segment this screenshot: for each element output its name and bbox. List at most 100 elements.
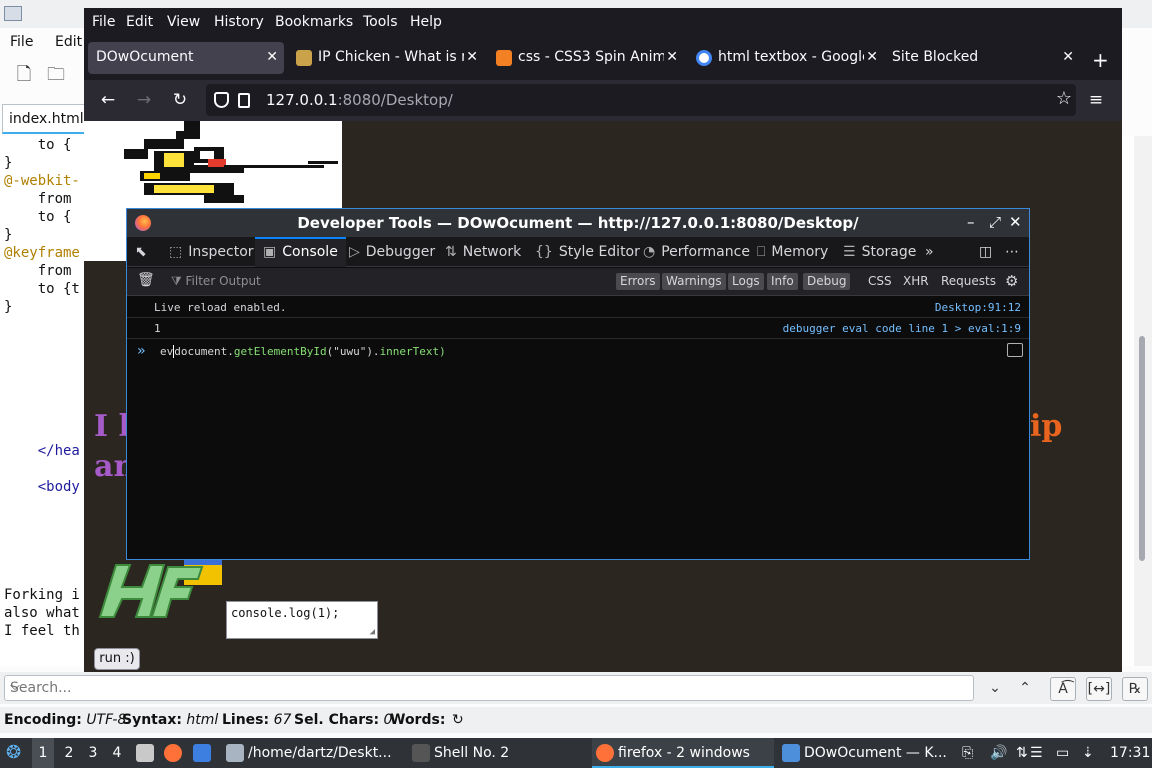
reload-icon[interactable]: ↻ (168, 88, 192, 112)
editor-app-icon (4, 6, 22, 21)
filter-requests[interactable]: Requests (941, 274, 996, 288)
back-icon[interactable]: ← (96, 88, 120, 112)
memory-icon: ⎕ (757, 244, 766, 260)
forward-icon[interactable]: → (132, 88, 156, 112)
tab-console[interactable]: ▣ Console (255, 237, 346, 267)
filter-debug[interactable]: Debug (803, 273, 851, 290)
clock[interactable]: 17:31 (1110, 738, 1150, 768)
chevron-down-icon[interactable]: ⌵ (10, 679, 968, 694)
url-bar[interactable]: 127.0.0.1:8080/Desktop/ ☆ (206, 84, 1076, 116)
task-shell[interactable]: Shell No. 2 (410, 738, 586, 768)
editor-mode-icon[interactable] (1007, 343, 1023, 357)
filter-warnings[interactable]: Warnings (662, 273, 726, 290)
volume-icon[interactable]: 🔊 (990, 738, 1007, 768)
workspace-4[interactable]: 4 (106, 738, 128, 768)
log-source-link[interactable]: Desktop:91:12 (935, 301, 1021, 314)
ff-menu-help[interactable]: Help (410, 14, 442, 30)
workspace-2[interactable]: 2 (58, 738, 80, 768)
ff-menu-file[interactable]: File (92, 14, 115, 30)
url-text[interactable]: 127.0.0.1:8080/Desktop/ (266, 91, 453, 109)
file-manager-icon[interactable] (136, 744, 154, 762)
workspace-3[interactable]: 3 (82, 738, 104, 768)
task-kate[interactable]: DOwOcument — K... (780, 738, 950, 768)
gear-icon[interactable]: ⚙ (1005, 272, 1018, 290)
ff-menu-view[interactable]: View (167, 14, 200, 30)
scrollbar-thumb[interactable] (1139, 336, 1145, 561)
console-input-text[interactable]: evdocument.getElementById("uwu").innerTe… (160, 345, 446, 358)
ff-menu-history[interactable]: History (214, 14, 264, 30)
match-case-icon[interactable]: A͡ (1050, 677, 1076, 701)
tab-debugger[interactable]: ▷ Debugger (349, 237, 435, 267)
firefox-launcher-icon[interactable] (164, 744, 182, 762)
desktop-icon[interactable] (193, 744, 211, 762)
code-line: Forking i (4, 587, 80, 603)
close-icon[interactable]: ✕ (466, 49, 478, 65)
new-document-icon[interactable]: 🗋 (12, 62, 36, 86)
close-icon[interactable]: ✕ (666, 49, 678, 65)
notes-icon[interactable]: ☰ (1030, 738, 1043, 768)
tab-performance[interactable]: ◔ Performance (643, 237, 750, 267)
editor-menu-file[interactable]: File (10, 34, 33, 50)
ff-menu-bookmarks[interactable]: Bookmarks (275, 14, 353, 30)
log-source-link[interactable]: debugger eval code line 1 > eval:1:9 (783, 322, 1021, 335)
new-tab-icon[interactable]: + (1092, 48, 1109, 72)
more-options-icon[interactable]: ⋯ (1005, 237, 1019, 267)
find-previous-icon[interactable]: ⌃ (1012, 677, 1038, 701)
filter-xhr[interactable]: XHR (903, 274, 929, 288)
task-firefox[interactable]: firefox - 2 windows (592, 738, 774, 768)
close-icon[interactable]: ✕ (866, 49, 878, 65)
code-textarea[interactable]: console.log(1); ◢ (226, 601, 378, 639)
trash-icon[interactable]: 🗑 (137, 272, 155, 288)
tab-inspector[interactable]: ⬚ Inspector (169, 237, 254, 267)
tab-ip-chicken[interactable]: IP Chicken - What is my IP ✕ (288, 42, 484, 74)
editor-menu-edit[interactable]: Edit (55, 34, 82, 50)
tab-css-spin[interactable]: css - CSS3 Spin Animation ✕ (488, 42, 684, 74)
filter-info[interactable]: Info (767, 273, 798, 290)
find-next-icon[interactable]: ⌄ (982, 677, 1008, 701)
tab-site-blocked[interactable]: Site Blocked ✕ (884, 42, 1080, 74)
refresh-icon[interactable]: ↻ (452, 712, 464, 728)
regex-icon[interactable]: ℞ (1122, 677, 1148, 701)
filter-errors[interactable]: Errors (616, 273, 660, 290)
ff-menu-edit[interactable]: Edit (126, 14, 153, 30)
close-icon[interactable]: ✕ (266, 49, 278, 65)
tab-dowocument[interactable]: DOwOcument ✕ (88, 42, 284, 74)
encoding-status[interactable]: Encoding: UTF-8 (4, 712, 126, 728)
bookmark-star-icon[interactable]: ☆ (1056, 88, 1072, 109)
minimize-icon[interactable]: – (967, 213, 975, 231)
maximize-icon[interactable]: ⤢ (989, 213, 1001, 231)
shield-icon[interactable] (214, 92, 229, 108)
filter-logs[interactable]: Logs (728, 273, 764, 290)
tab-storage[interactable]: ☰ Storage (843, 237, 916, 267)
open-folder-icon[interactable]: 🗀 (44, 62, 68, 86)
search-input[interactable]: Search... ⌵ (4, 675, 974, 701)
tab-google-search[interactable]: html textbox - Google Search ✕ (688, 42, 884, 74)
selection-only-icon[interactable]: [↔] (1086, 677, 1112, 701)
network-icon[interactable]: ⇅ (1016, 738, 1028, 768)
editor-scrollbar[interactable] (1134, 136, 1152, 666)
console-input[interactable]: » evdocument.getElementById("uwu").inner… (127, 341, 1029, 363)
dock-icon[interactable]: ◫ (979, 237, 992, 267)
element-picker-icon[interactable]: ⬉ (135, 237, 147, 267)
close-icon[interactable]: ✕ (1009, 213, 1022, 231)
filter-output-input[interactable]: ⧩ Filter Output (171, 274, 261, 289)
workspace-1[interactable]: 1 (32, 738, 54, 768)
more-tools-icon[interactable]: » (925, 237, 934, 267)
display-icon[interactable]: ▭ (1056, 738, 1069, 768)
resize-grip-icon[interactable]: ◢ (370, 627, 375, 637)
page-info-icon[interactable] (238, 93, 250, 108)
ff-menu-tools[interactable]: Tools (363, 14, 398, 30)
hamburger-menu-icon[interactable]: ≡ (1084, 88, 1108, 112)
updates-icon[interactable]: ⇣ (1082, 738, 1094, 768)
tab-network[interactable]: ⇅ Network (445, 237, 521, 267)
clipboard-icon[interactable]: ⎘ (962, 738, 973, 768)
filter-css[interactable]: CSS (868, 274, 892, 288)
close-icon[interactable]: ✕ (1062, 49, 1074, 65)
run-button[interactable]: run :) (94, 648, 140, 670)
start-menu-icon[interactable]: ❂ (6, 738, 21, 768)
syntax-status[interactable]: Syntax: html (122, 712, 218, 728)
tab-style-editor[interactable]: {} Style Editor (535, 237, 640, 267)
tab-memory[interactable]: ⎕ Memory (757, 237, 828, 267)
task-file-manager[interactable]: /home/dartz/Deskt... (224, 738, 402, 768)
editor-tab-index-html[interactable]: index.html (2, 104, 86, 134)
